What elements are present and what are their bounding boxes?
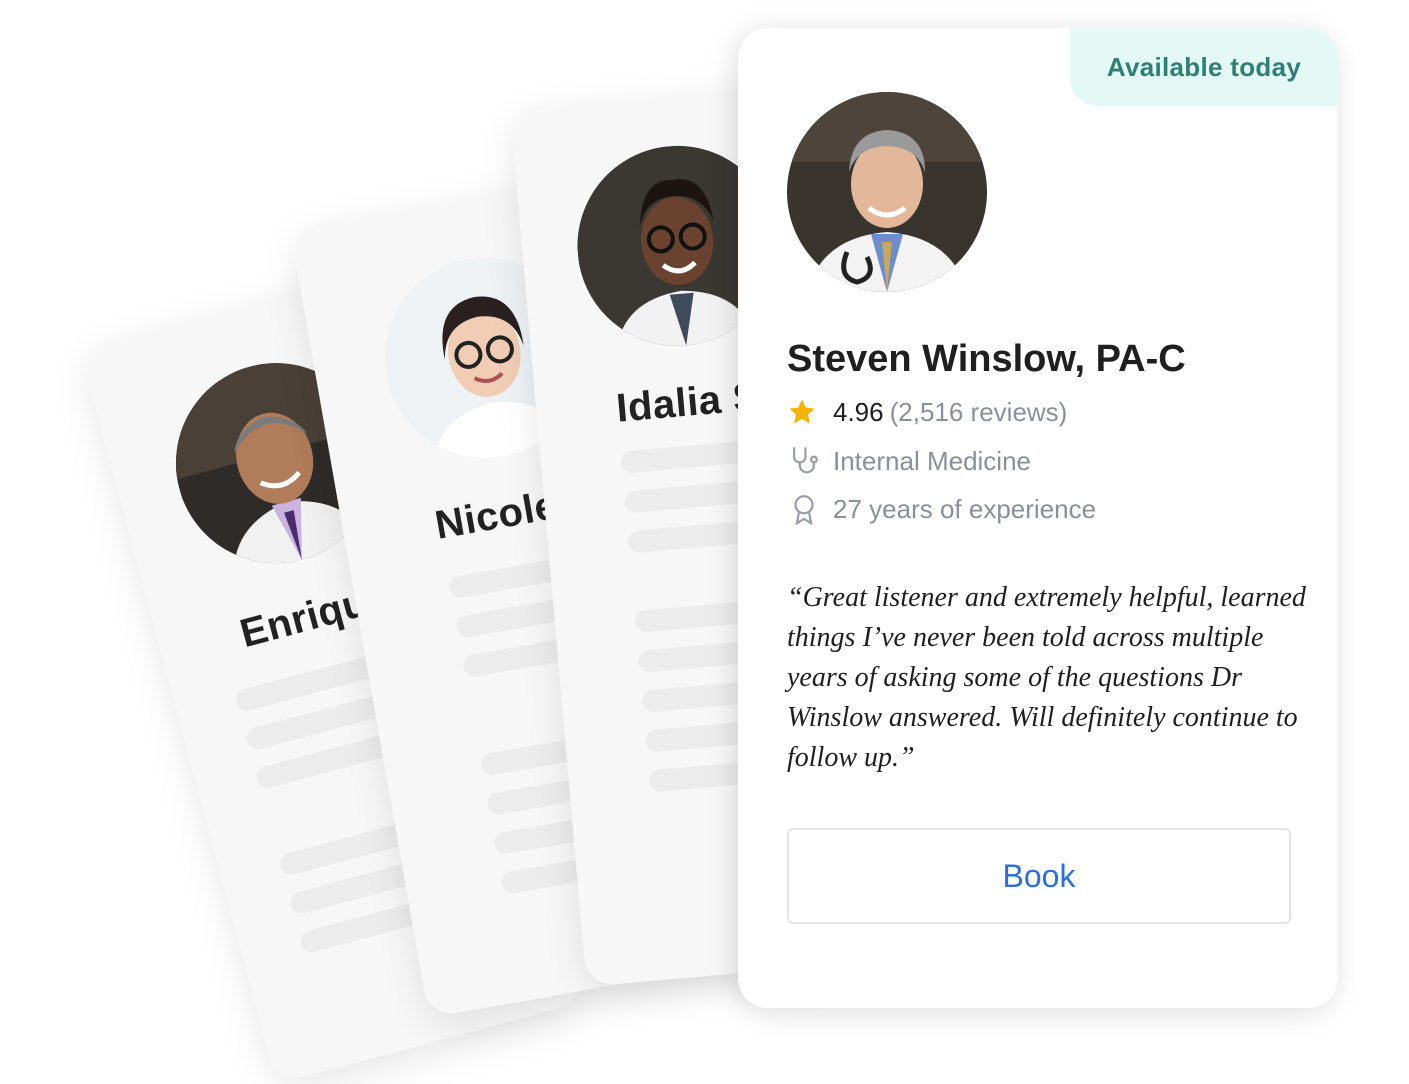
provider-avatar — [787, 92, 987, 292]
award-icon — [787, 491, 827, 527]
book-button[interactable]: Book — [787, 828, 1291, 924]
review-count[interactable]: (2,516 reviews) — [890, 397, 1068, 428]
provider-name: Steven Winslow, PA-C — [787, 338, 1186, 380]
rating-row: 4.96 (2,516 reviews) — [787, 394, 1067, 430]
specialty-row: Internal Medicine — [787, 443, 1031, 479]
stethoscope-icon — [787, 443, 827, 479]
experience-text: 27 years of experience — [833, 493, 1097, 524]
availability-badge: Available today — [1070, 28, 1338, 106]
specialty-text: Internal Medicine — [833, 445, 1031, 476]
provider-card-steven-winslow: Available today Steven Winslow, PA-C 4.9… — [738, 28, 1338, 1008]
star-icon — [787, 394, 827, 430]
experience-row: 27 years of experience — [787, 491, 1096, 527]
rating-value: 4.96 — [833, 396, 884, 427]
review-quote: “Great listener and extremely helpful, l… — [787, 582, 1306, 773]
